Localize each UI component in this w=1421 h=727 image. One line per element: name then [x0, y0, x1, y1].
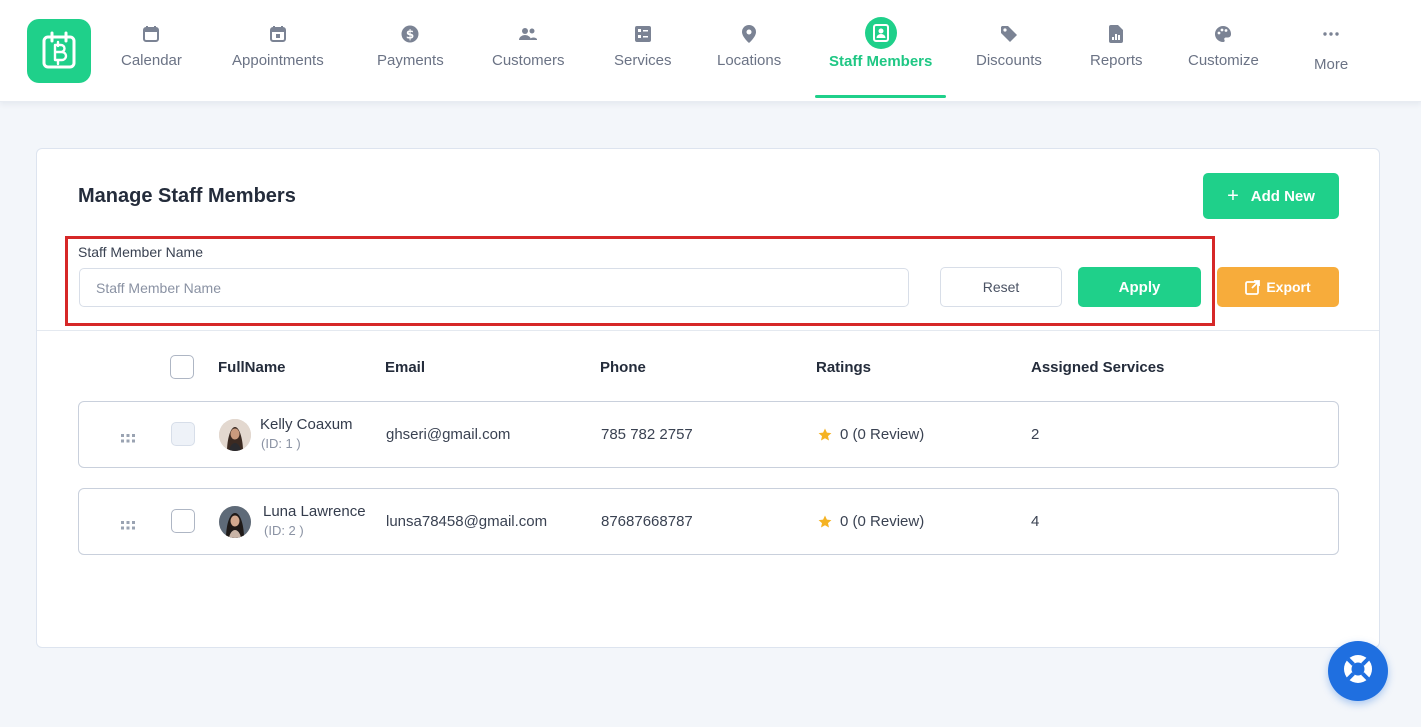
- column-header-phone[interactable]: Phone: [600, 359, 646, 376]
- staff-id: (ID: 2 ): [264, 523, 304, 538]
- add-new-button[interactable]: + Add New: [1203, 173, 1339, 219]
- drag-handle-icon[interactable]: [121, 517, 135, 530]
- staff-id: (ID: 1 ): [261, 436, 301, 451]
- nav-staff-members[interactable]: Staff Members: [815, 0, 947, 102]
- nav-more[interactable]: More: [1314, 0, 1348, 102]
- reset-button[interactable]: Reset: [940, 267, 1062, 307]
- help-button[interactable]: [1328, 641, 1388, 701]
- select-all-checkbox[interactable]: [170, 355, 194, 379]
- lifebuoy-icon: [1341, 652, 1375, 691]
- nav-label: Locations: [717, 52, 782, 69]
- nav-label: Discounts: [976, 52, 1042, 69]
- column-header-email[interactable]: Email: [385, 359, 425, 376]
- services-icon: [633, 24, 653, 44]
- nav-label: More: [1314, 56, 1349, 73]
- nav-customers[interactable]: Customers: [492, 0, 565, 102]
- staff-card: Manage Staff Members + Add New Staff Mem…: [36, 148, 1380, 648]
- rating-text: 0 (0 Review): [840, 513, 925, 530]
- top-navbar: Calendar Appointments $ Payments Custome…: [0, 0, 1421, 102]
- staff-name[interactable]: Kelly Coaxum: [260, 416, 353, 433]
- nav-customize[interactable]: Customize: [1188, 0, 1259, 102]
- star-icon: [818, 428, 832, 442]
- staff-rating: 0 (0 Review): [818, 513, 924, 530]
- filter-label: Staff Member Name: [78, 244, 204, 260]
- nav-label: Services: [614, 52, 672, 69]
- nav-locations[interactable]: Locations: [717, 0, 781, 102]
- export-icon: [1245, 279, 1261, 295]
- svg-text:$: $: [406, 28, 414, 42]
- staff-badge-icon: [864, 17, 897, 49]
- more-dots-icon: [1321, 24, 1341, 44]
- nav-label: Reports: [1090, 52, 1143, 69]
- star-icon: [818, 515, 832, 529]
- users-icon: [518, 24, 538, 44]
- nav-reports[interactable]: Reports: [1090, 0, 1143, 102]
- nav-discounts[interactable]: Discounts: [976, 0, 1042, 102]
- nav-payments[interactable]: $ Payments: [377, 0, 444, 102]
- nav-label: Staff Members: [829, 53, 933, 70]
- tag-icon: [999, 24, 1019, 44]
- apply-button[interactable]: Apply: [1078, 267, 1201, 307]
- calendar-check-icon: [268, 24, 288, 44]
- nav-label: Customers: [492, 52, 565, 69]
- export-label: Export: [1266, 279, 1311, 295]
- assigned-services-count: 4: [1031, 513, 1040, 530]
- section-divider: [37, 330, 1379, 331]
- report-icon: [1106, 24, 1126, 44]
- logo-calendar-icon: [42, 31, 76, 69]
- nav-services[interactable]: Services: [614, 0, 672, 102]
- nav-label: Calendar: [121, 52, 182, 69]
- table-row[interactable]: Kelly Coaxum (ID: 1 ) ghseri@gmail.com 7…: [78, 401, 1339, 468]
- nav-label: Payments: [377, 52, 444, 69]
- export-button[interactable]: Export: [1217, 267, 1339, 307]
- palette-icon: [1213, 24, 1233, 44]
- column-header-ratings[interactable]: Ratings: [816, 359, 871, 376]
- row-checkbox[interactable]: [171, 422, 195, 446]
- staff-rating: 0 (0 Review): [818, 426, 924, 443]
- avatar: [219, 506, 251, 538]
- page-title: Manage Staff Members: [78, 185, 296, 207]
- nav-appointments[interactable]: Appointments: [232, 0, 324, 102]
- assigned-services-count: 2: [1031, 426, 1040, 443]
- location-pin-icon: [739, 24, 759, 44]
- app-logo[interactable]: [27, 19, 91, 83]
- staff-phone: 87687668787: [601, 513, 693, 530]
- plus-icon: +: [1227, 185, 1239, 207]
- calendar-icon: [141, 24, 161, 44]
- staff-name-search-input[interactable]: [79, 268, 909, 307]
- staff-email: ghseri@gmail.com: [386, 426, 511, 443]
- dollar-icon: $: [400, 24, 420, 44]
- active-tab-indicator: [815, 95, 947, 98]
- nav-calendar[interactable]: Calendar: [121, 0, 182, 102]
- nav-label: Customize: [1188, 52, 1259, 69]
- drag-handle-icon[interactable]: [121, 430, 135, 443]
- staff-email: lunsa78458@gmail.com: [386, 513, 548, 530]
- column-header-assigned-services[interactable]: Assigned Services: [1031, 359, 1164, 376]
- row-checkbox[interactable]: [171, 509, 195, 533]
- staff-phone: 785 782 2757: [601, 426, 693, 443]
- staff-name[interactable]: Luna Lawrence: [263, 503, 366, 520]
- add-new-label: Add New: [1250, 187, 1315, 205]
- column-header-fullname[interactable]: FullName: [218, 359, 286, 376]
- nav-label: Appointments: [232, 52, 324, 69]
- table-row[interactable]: Luna Lawrence (ID: 2 ) lunsa78458@gmail.…: [78, 488, 1339, 555]
- avatar: [219, 419, 251, 451]
- rating-text: 0 (0 Review): [840, 426, 925, 443]
